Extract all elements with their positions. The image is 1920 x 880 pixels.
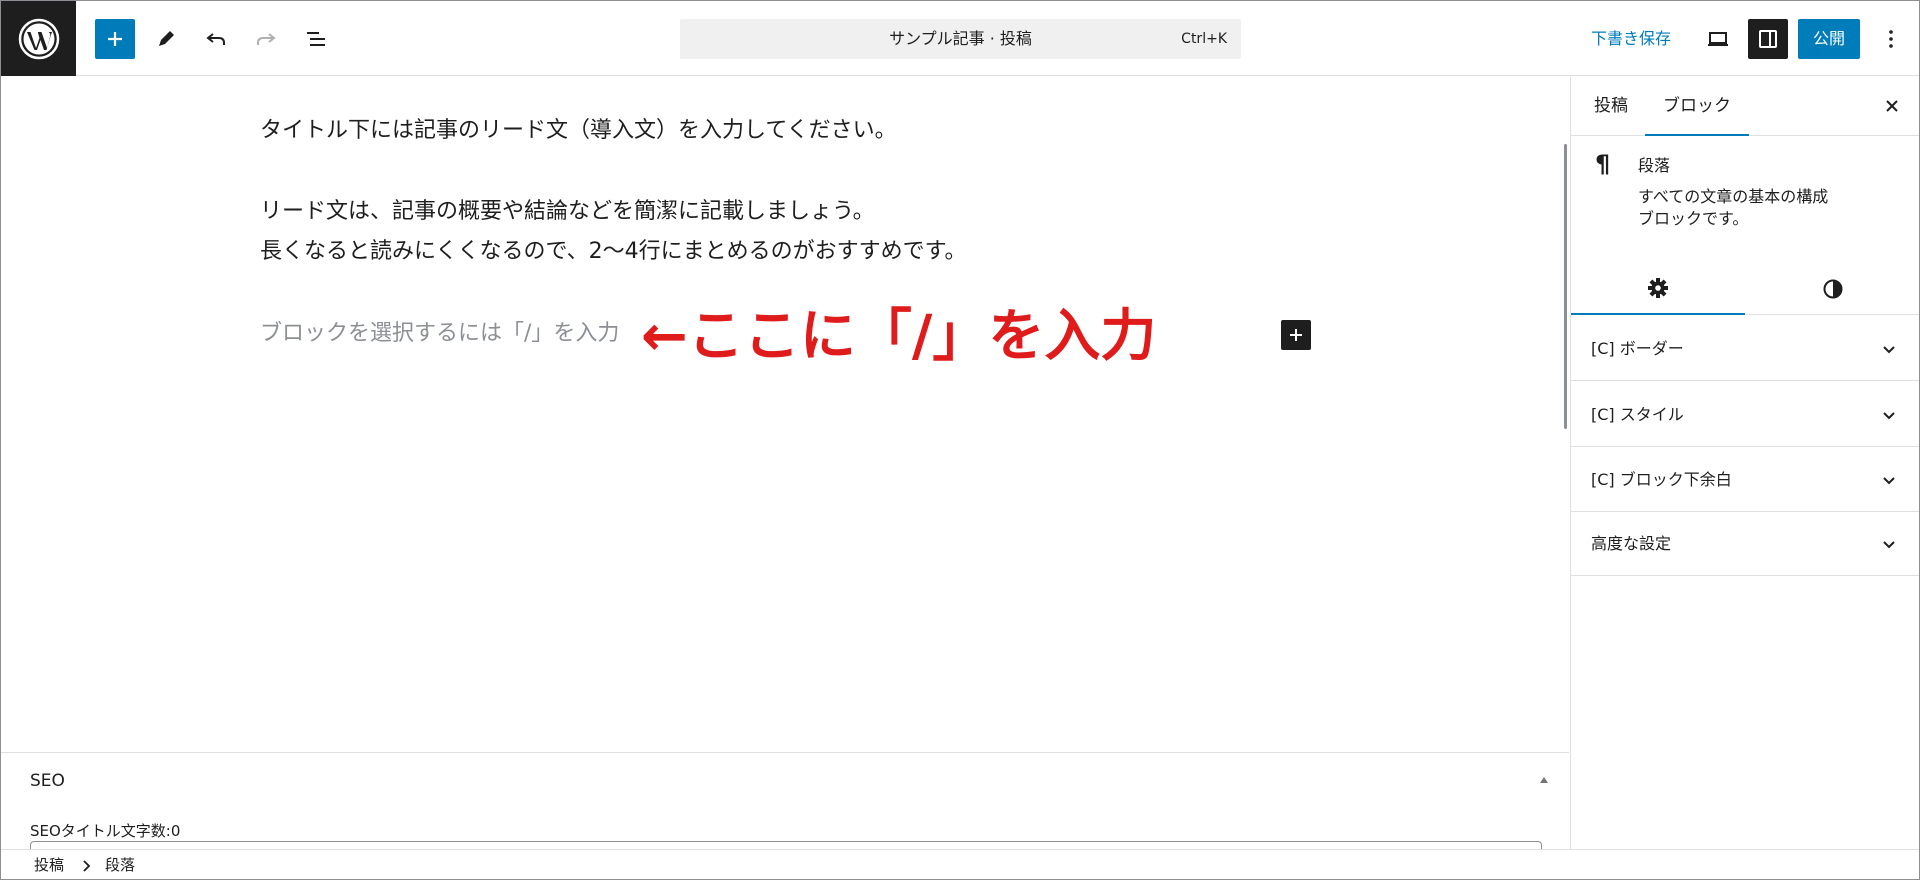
caret-up-icon[interactable] (1537, 773, 1551, 787)
paragraph-icon: ¶ (1595, 150, 1611, 178)
pencil-icon (159, 31, 174, 46)
panel-title: [C] ブロック下余白 (1591, 470, 1732, 489)
block-inspector-tabs (1571, 263, 1919, 315)
empty-block-placeholder[interactable]: ブロックを選択するには「/」を入力 (260, 314, 619, 354)
tab-post[interactable]: 投稿 (1591, 77, 1631, 136)
tab-block-styles[interactable] (1746, 263, 1919, 315)
shortcut-hint: Ctrl+K (1181, 31, 1227, 47)
wordpress-logo-icon[interactable] (1, 1, 76, 76)
panel-advanced[interactable]: 高度な設定 (1571, 511, 1919, 576)
options-menu-button[interactable] (1871, 19, 1911, 59)
chevron-down-icon (1883, 346, 1895, 354)
sidebar-tabs: 投稿 ブロック (1571, 77, 1919, 136)
redo-icon (257, 33, 276, 45)
sidebar-icon (1759, 30, 1777, 48)
block-description: すべての文章の基本の構成ブロックです。 (1638, 187, 1829, 228)
close-icon (1886, 100, 1898, 112)
chevron-right-icon (83, 860, 91, 872)
document-overview-button[interactable] (296, 19, 336, 59)
more-vertical-icon (1889, 30, 1893, 48)
undo-icon (206, 33, 225, 45)
paragraph-block[interactable]: タイトル下には記事のリード文（導入文）を入力してください。 (260, 111, 897, 151)
panel-border[interactable]: [C] ボーダー (1571, 316, 1919, 381)
contrast-icon (1823, 279, 1843, 299)
command-palette-bar[interactable]: サンプル記事 · 投稿 Ctrl+K (680, 19, 1241, 59)
breadcrumb-item-paragraph[interactable]: 段落 (105, 850, 135, 879)
close-sidebar-button[interactable] (1881, 95, 1903, 117)
panel-title: 高度な設定 (1591, 534, 1672, 553)
tab-block[interactable]: ブロック (1645, 77, 1749, 136)
seo-title-char-count: SEOタイトル文字数:0 (30, 822, 181, 840)
panel-title: [C] ボーダー (1591, 339, 1684, 358)
editor-canvas[interactable]: タイトル下には記事のリード文（導入文）を入力してください。 リード文は、記事の概… (1, 77, 1569, 751)
block-name: 段落 (1638, 156, 1671, 175)
block-card: ¶ 段落 すべての文章の基本の構成ブロックです。 (1571, 136, 1919, 228)
save-draft-button[interactable]: 下書き保存 (1581, 19, 1681, 59)
tools-button[interactable] (146, 19, 186, 59)
gear-icon (1648, 278, 1668, 298)
block-breadcrumb: 投稿 段落 (1, 849, 1919, 879)
chevron-down-icon (1883, 541, 1895, 549)
redo-button[interactable] (246, 19, 286, 59)
paragraph-block[interactable]: リード文は、記事の概要や結論などを簡潔に記載しましょう。 (260, 192, 875, 232)
plus-icon (1290, 329, 1302, 341)
editor-window: サンプル記事 · 投稿 Ctrl+K 下書き保存 公開 タイトル下には記事のリー… (0, 0, 1920, 880)
canvas-scrollbar[interactable] (1564, 144, 1567, 429)
chevron-down-icon (1883, 477, 1895, 485)
annotation-callout: ←ここに「/」を入力 (641, 304, 1157, 369)
panel-block-bottom-margin[interactable]: [C] ブロック下余白 (1571, 447, 1919, 512)
settings-sidebar: 投稿 ブロック ¶ 段落 すべての文章の基本の構成ブロックです。 [C] ボーダ… (1570, 77, 1919, 849)
panel-title: [C] スタイル (1591, 405, 1684, 424)
document-title: サンプル記事 · 投稿 (889, 29, 1032, 48)
chevron-down-icon (1883, 412, 1895, 420)
seo-metabox: SEO SEOタイトル文字数:0 (1, 752, 1569, 861)
seo-metabox-title[interactable]: SEO (30, 769, 65, 793)
list-view-icon (307, 32, 325, 46)
settings-sidebar-toggle[interactable] (1748, 19, 1788, 59)
breadcrumb-item-post[interactable]: 投稿 (34, 850, 64, 879)
plus-icon (108, 32, 122, 46)
publish-button[interactable]: 公開 (1798, 19, 1860, 59)
undo-button[interactable] (196, 19, 236, 59)
panel-style[interactable]: [C] スタイル (1571, 382, 1919, 447)
add-block-button[interactable] (1281, 320, 1311, 350)
tab-block-settings[interactable] (1571, 263, 1745, 315)
laptop-icon (1708, 32, 1728, 46)
editor-header: サンプル記事 · 投稿 Ctrl+K 下書き保存 公開 (1, 1, 1919, 76)
preview-button[interactable] (1698, 19, 1738, 59)
block-inserter-button[interactable] (95, 19, 135, 59)
paragraph-block[interactable]: 長くなると読みにくくなるので、2〜4行にまとめるのがおすすめです。 (260, 232, 966, 272)
